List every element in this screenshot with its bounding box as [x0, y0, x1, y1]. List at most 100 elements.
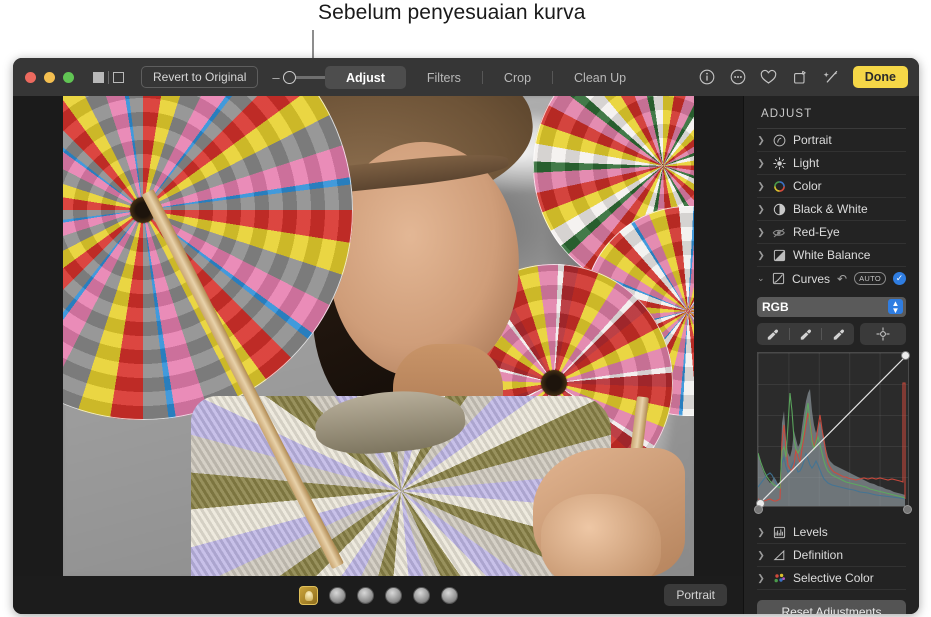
sidebar-item-label: Black & White: [793, 202, 868, 216]
curves-channel-value: RGB: [762, 300, 789, 314]
chevron-right-icon[interactable]: ❯: [757, 550, 765, 561]
photos-editor-window: Revert to Original – + Adjust Filters Cr…: [13, 58, 919, 614]
black-point-eyedropper-icon[interactable]: [757, 328, 789, 341]
minimize-button[interactable]: [44, 71, 55, 83]
definition-icon: [772, 548, 786, 562]
chevron-right-icon[interactable]: ❯: [757, 527, 765, 538]
curves-histogram[interactable]: [754, 351, 912, 514]
sidebar-item-label: Curves: [792, 271, 831, 286]
curves-icon: [772, 272, 785, 286]
curves-eyedropper-row: [757, 323, 906, 345]
curves-enabled-checkbox[interactable]: ✓: [893, 272, 906, 285]
chevron-updown-icon[interactable]: ▲ ▼: [888, 299, 903, 315]
sidebar-item-white-balance[interactable]: ❯ White Balance: [757, 244, 906, 267]
toggle-divider: [108, 70, 109, 84]
variation-thumbnail-1[interactable]: [328, 586, 346, 604]
light-icon: [772, 156, 786, 170]
tab-filters[interactable]: Filters: [406, 66, 482, 89]
variation-thumbnail-3[interactable]: [384, 586, 402, 604]
sidebar-item-label: Selective Color: [793, 571, 874, 585]
split-view-outline-icon: [113, 71, 124, 83]
sidebar-item-label: Definition: [793, 548, 844, 562]
sidebar-item-color[interactable]: ❯ Color: [757, 175, 906, 198]
sidebar-item-portrait[interactable]: ❯ Portrait: [757, 129, 906, 152]
sidebar-item-red-eye[interactable]: ❯ Red-Eye: [757, 221, 906, 244]
levels-icon: [772, 525, 786, 539]
original-thumbnail[interactable]: [298, 585, 318, 605]
chevron-right-icon[interactable]: ❯: [757, 158, 765, 169]
white-balance-icon: [772, 248, 786, 262]
auto-button[interactable]: AUTO: [854, 272, 886, 285]
variations-filmstrip: Portrait: [13, 576, 743, 614]
screenshot-root: Sebelum penyesuaian kurva Revert to Orig…: [0, 0, 931, 617]
favorite-heart-icon[interactable]: [760, 68, 778, 86]
pinwheel-hub-right: [540, 370, 567, 396]
sidebar-item-light[interactable]: ❯ Light: [757, 152, 906, 175]
white-point-anchor[interactable]: [903, 505, 912, 514]
sidebar-item-selective-color[interactable]: ❯ Selective Color: [757, 567, 906, 590]
add-point-target-icon[interactable]: [860, 323, 906, 345]
curves-controls: ↶ AUTO ✓: [837, 272, 906, 286]
chevron-right-icon[interactable]: ❯: [757, 204, 765, 215]
zoom-out-label[interactable]: –: [272, 71, 279, 84]
sidebar-item-label: White Balance: [793, 248, 871, 262]
thumbnail-list: [298, 585, 458, 605]
portrait-icon: [772, 133, 786, 147]
zoom-slider-knob[interactable]: [282, 70, 296, 84]
chevron-right-icon[interactable]: ❯: [757, 181, 765, 192]
variation-thumbnail-2[interactable]: [356, 586, 374, 604]
chevron-right-icon[interactable]: ❯: [757, 250, 765, 261]
variation-thumbnail-5[interactable]: [440, 586, 458, 604]
undo-arrow-icon[interactable]: ↶: [837, 272, 847, 286]
titlebar-actions: Done: [698, 58, 908, 96]
selective-color-icon: [772, 571, 786, 585]
chevron-right-icon[interactable]: ❯: [757, 573, 765, 584]
histogram-plot: [758, 355, 907, 506]
sidebar-item-label: Red-Eye: [793, 225, 840, 239]
chevron-right-icon[interactable]: ❯: [757, 135, 765, 146]
eyedropper-group: [757, 323, 854, 345]
sidebar-item-label: Levels: [793, 525, 828, 539]
sidebar-item-levels[interactable]: ❯ Levels: [757, 521, 906, 544]
done-button[interactable]: Done: [852, 66, 908, 88]
sidebar-item-label: Color: [793, 179, 822, 193]
tab-crop[interactable]: Crop: [483, 66, 552, 89]
portrait-badge-button[interactable]: Portrait: [664, 584, 727, 606]
chevron-down-icon[interactable]: ⌄: [757, 273, 765, 284]
edit-mode-tabs: Adjust Filters Crop Clean Up: [325, 66, 647, 89]
adjust-sidebar: ADJUST ❯ Portrait ❯ Light ❯ Color ❯ Blac…: [743, 96, 919, 614]
variation-thumbnail-4[interactable]: [412, 586, 430, 604]
curve-point-white[interactable]: [901, 351, 910, 360]
sidebar-item-black-and-white[interactable]: ❯ Black & White: [757, 198, 906, 221]
photo-canvas: [13, 96, 743, 576]
window-controls: [25, 71, 74, 83]
reset-adjustments-button[interactable]: Reset Adjustments: [757, 600, 906, 614]
info-icon[interactable]: [698, 68, 716, 86]
callout-label: Sebelum penyesuaian kurva: [318, 1, 586, 24]
sidebar-title: ADJUST: [761, 108, 813, 120]
sidebar-item-label: Portrait: [793, 133, 832, 147]
sidebar-item-label: Light: [793, 156, 820, 170]
edited-photo[interactable]: [62, 96, 694, 576]
window-titlebar: Revert to Original – + Adjust Filters Cr…: [13, 58, 919, 96]
more-options-icon[interactable]: [729, 68, 747, 86]
close-button[interactable]: [25, 71, 36, 83]
sidebar-item-curves[interactable]: ⌄ Curves ↶ AUTO ✓: [757, 267, 906, 290]
black-white-icon: [772, 202, 786, 216]
rotate-icon[interactable]: [791, 68, 809, 86]
revert-to-original-button[interactable]: Revert to Original: [141, 66, 259, 88]
magic-wand-icon[interactable]: [822, 68, 840, 86]
black-point-anchor[interactable]: [754, 505, 763, 514]
white-point-eyedropper-icon[interactable]: [822, 328, 854, 341]
sidebar-item-definition[interactable]: ❯ Definition: [757, 544, 906, 567]
gray-point-eyedropper-icon[interactable]: [790, 328, 822, 341]
tab-clean-up[interactable]: Clean Up: [553, 66, 647, 89]
color-wheel-icon: [772, 179, 786, 193]
chevron-right-icon[interactable]: ❯: [757, 227, 765, 238]
tab-adjust[interactable]: Adjust: [325, 66, 406, 89]
red-eye-icon: [772, 225, 786, 239]
compare-view-toggle[interactable]: [93, 70, 124, 84]
curves-channel-select[interactable]: RGB ▲ ▼: [757, 297, 906, 317]
maximize-button[interactable]: [63, 71, 74, 83]
split-view-filled-icon: [93, 71, 104, 83]
